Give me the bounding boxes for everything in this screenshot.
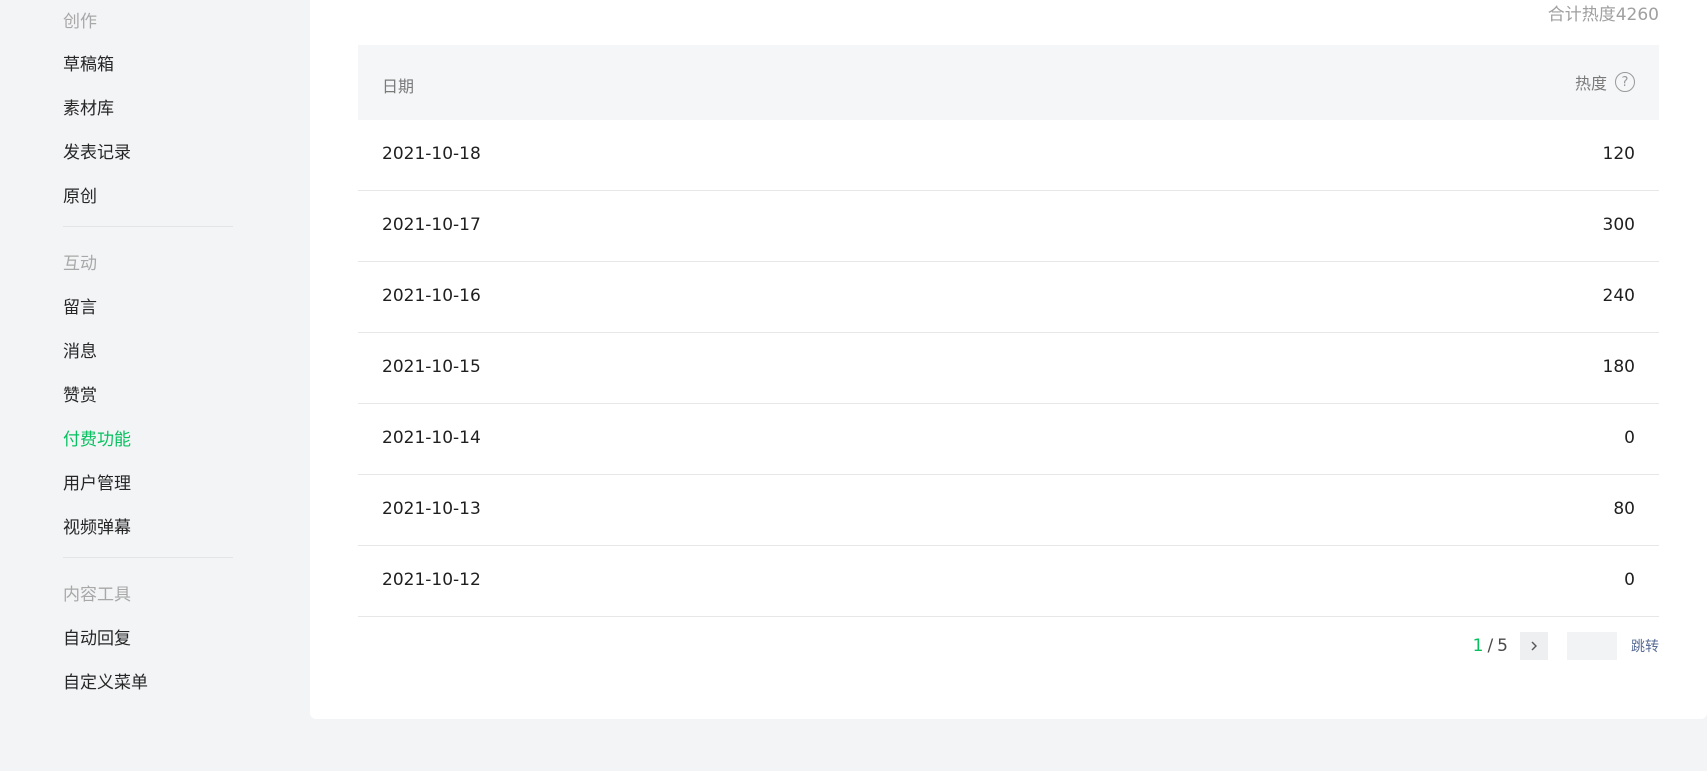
row-heat-value: 240 — [1602, 286, 1635, 306]
column-header-heat: 热度 ? — [1575, 70, 1635, 94]
group-title-create: 创作 — [63, 12, 97, 32]
table-row: 2021-10-15 180 — [358, 333, 1659, 404]
table-row: 2021-10-13 80 — [358, 475, 1659, 546]
row-heat-value: 180 — [1602, 357, 1635, 377]
sidebar-item-video-danmaku[interactable]: 视频弹幕 — [63, 513, 131, 538]
row-date: 2021-10-17 — [382, 215, 481, 235]
table-header: 日期 热度 ? — [358, 45, 1659, 120]
sidebar-item-messages[interactable]: 消息 — [63, 337, 97, 362]
table-row: 2021-10-17 300 — [358, 191, 1659, 262]
sidebar-item-materials[interactable]: 素材库 — [63, 94, 114, 119]
total-pages: 5 — [1497, 636, 1508, 656]
table-row: 2021-10-16 240 — [358, 262, 1659, 333]
row-date: 2021-10-15 — [382, 357, 481, 377]
group-title-interact: 互动 — [63, 254, 97, 274]
table-row: 2021-10-12 0 — [358, 546, 1659, 617]
sidebar-item-drafts[interactable]: 草稿箱 — [63, 50, 114, 75]
sidebar-item-paid-features[interactable]: 付费功能 — [63, 425, 131, 450]
sidebar-item-original[interactable]: 原创 — [63, 182, 97, 207]
row-date: 2021-10-16 — [382, 286, 481, 306]
content-card: 合计热度4260 日期 热度 ? 2021-10-18 120 2021-10-17… — [310, 0, 1707, 719]
current-page: 1 — [1472, 636, 1484, 656]
group-title-tools: 内容工具 — [63, 585, 131, 605]
row-heat-value: 120 — [1602, 144, 1635, 164]
column-header-heat-label: 热度 — [1574, 74, 1607, 93]
table-row: 2021-10-14 0 — [358, 404, 1659, 475]
sidebar-divider — [63, 557, 233, 558]
sidebar-item-publish-records[interactable]: 发表记录 — [63, 138, 131, 163]
table-row: 2021-10-18 120 — [358, 120, 1659, 191]
row-date: 2021-10-18 — [382, 144, 481, 164]
row-heat-value: 0 — [1624, 428, 1635, 448]
row-date: 2021-10-12 — [382, 570, 481, 590]
table-body: 2021-10-18 120 2021-10-17 300 2021-10-16 240 2… — [358, 120, 1659, 617]
chevron-right-icon — [1531, 641, 1537, 651]
heat-table: 日期 热度 ? 2021-10-18 120 2021-10-17 300 2021-1… — [358, 45, 1659, 617]
sidebar-item-auto-reply[interactable]: 自动回复 — [63, 624, 131, 649]
sidebar-item-rewards[interactable]: 赞赏 — [63, 381, 97, 406]
jump-button[interactable]: 跳转 — [1631, 636, 1659, 656]
row-heat-value: 80 — [1613, 499, 1635, 519]
page-separator: / — [1487, 636, 1494, 656]
row-date: 2021-10-13 — [382, 499, 481, 519]
row-heat-value: 0 — [1624, 570, 1635, 590]
sidebar-divider — [63, 226, 233, 227]
help-icon[interactable]: ? — [1615, 72, 1635, 92]
jump-page-input[interactable] — [1567, 632, 1617, 660]
row-heat-value: 300 — [1602, 215, 1635, 235]
sidebar-item-user-management[interactable]: 用户管理 — [63, 469, 131, 494]
row-date: 2021-10-14 — [382, 428, 481, 448]
total-heat-summary: 合计热度4260 — [1547, 5, 1659, 25]
sidebar-item-custom-menu[interactable]: 自定义菜单 — [63, 668, 148, 693]
sidebar-item-comments[interactable]: 留言 — [63, 293, 97, 318]
next-page-button[interactable] — [1520, 632, 1548, 660]
sidebar: 创作 草稿箱 素材库 发表记录 原创 互动 留言 消息 赞赏 付费功能 用户管理… — [0, 0, 290, 771]
pagination: 1 / 5 跳转 — [1473, 631, 1659, 661]
column-header-date: 日期 — [382, 77, 415, 96]
